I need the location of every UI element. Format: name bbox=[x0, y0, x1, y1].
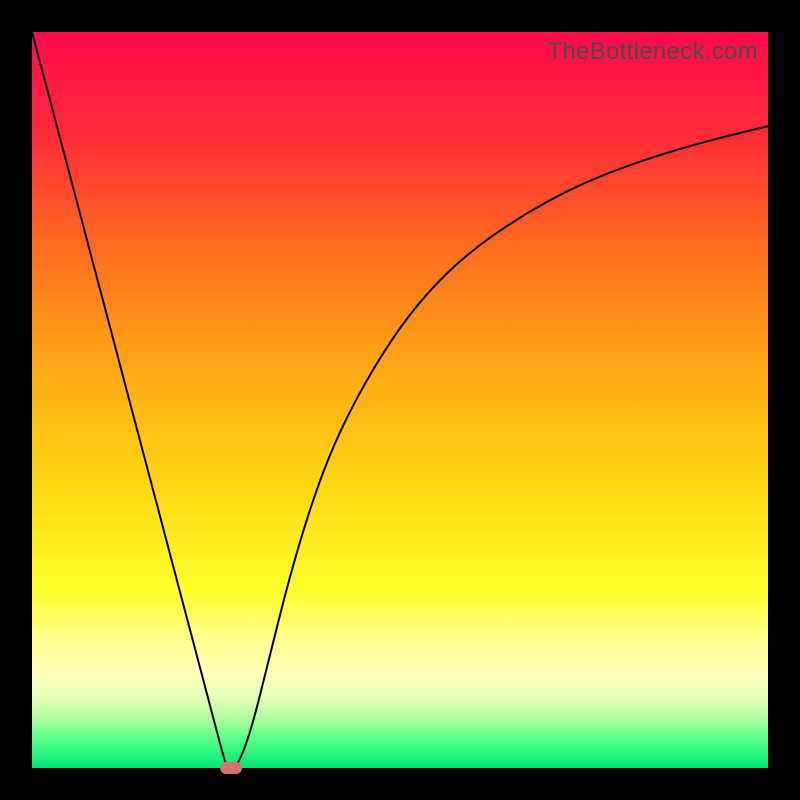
bottleneck-marker bbox=[220, 762, 242, 774]
chart-background-gradient bbox=[32, 32, 768, 768]
watermark-text: TheBottleneck.com bbox=[547, 38, 758, 66]
chart-frame: TheBottleneck.com bbox=[32, 32, 768, 768]
